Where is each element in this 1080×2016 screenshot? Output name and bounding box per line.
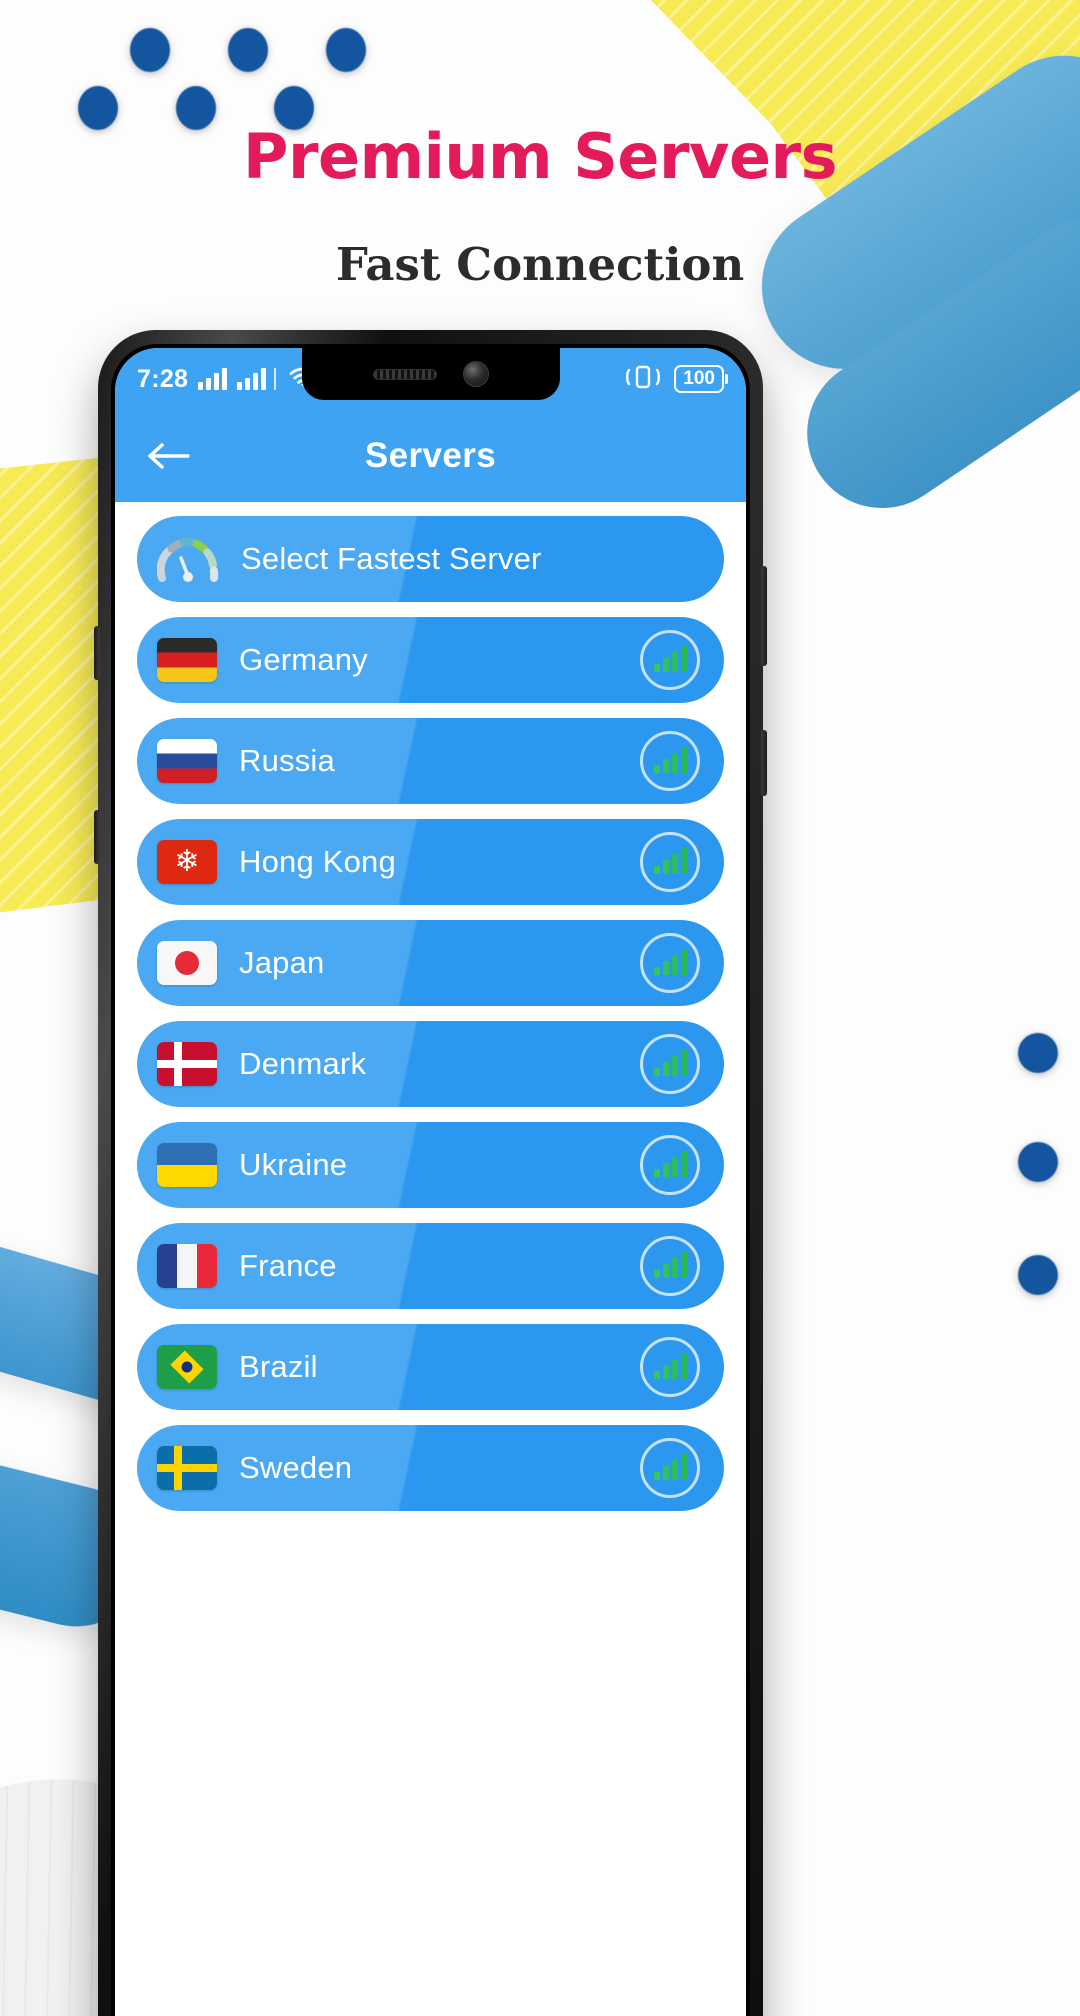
server-name: Ukraine [239, 1147, 348, 1182]
server-row-denmark[interactable]: Denmark [137, 1021, 724, 1107]
server-name: Japan [239, 945, 325, 980]
select-fastest-server-row[interactable]: Select Fastest Server [137, 516, 724, 602]
power-button [761, 730, 767, 796]
server-name: Germany [239, 642, 368, 677]
flag-hong-kong-icon: ❄ [157, 840, 217, 884]
signal-bars-icon [640, 1337, 700, 1397]
server-name: Brazil [239, 1349, 318, 1384]
signal-bars-icon [640, 1438, 700, 1498]
decorative-dot [326, 28, 366, 72]
decorative-dot [1018, 1033, 1058, 1073]
signal-bars-icon [640, 1034, 700, 1094]
select-fastest-server-label: Select Fastest Server [241, 541, 542, 576]
flag-japan-icon [157, 941, 217, 985]
flag-denmark-icon [157, 1042, 217, 1086]
server-row-hong-kong[interactable]: ❄ Hong Kong [137, 819, 724, 905]
battery-indicator: 100 [674, 365, 724, 393]
flag-sweden-icon [157, 1446, 217, 1490]
status-bar-right: 100 [624, 364, 724, 395]
decorative-dot [228, 28, 268, 72]
signal-bars-icon [640, 630, 700, 690]
server-row-japan[interactable]: Japan [137, 920, 724, 1006]
speedometer-icon [156, 536, 219, 582]
phone-bezel: 7:28 100 Servers Select Fastest Server G… [111, 344, 750, 2016]
promo-subheadline: Fast Connection [335, 238, 745, 291]
signal-bars-icon [640, 832, 700, 892]
vibrate-icon [624, 364, 662, 395]
side-button-left-1 [94, 626, 100, 680]
status-bar: 7:28 100 [115, 348, 746, 410]
signal-bars-icon [640, 731, 700, 791]
app-bar: Servers [115, 410, 746, 502]
server-row-russia[interactable]: Russia [137, 718, 724, 804]
decorative-dot [1018, 1255, 1058, 1295]
server-name: Hong Kong [239, 844, 396, 879]
server-row-sweden[interactable]: Sweden [137, 1425, 724, 1511]
signal-sim1-icon [198, 368, 228, 390]
promo-headline: Premium Servers [243, 120, 837, 193]
server-row-france[interactable]: France [137, 1223, 724, 1309]
signal-sim2-icon [237, 368, 267, 390]
flag-ukraine-icon [157, 1143, 217, 1187]
volume-button [761, 566, 767, 666]
server-name: France [239, 1248, 337, 1283]
server-row-brazil[interactable]: Brazil [137, 1324, 724, 1410]
decorative-dot [130, 28, 170, 72]
signal-bars-icon [640, 1236, 700, 1296]
flag-france-icon [157, 1244, 217, 1288]
server-list[interactable]: Select Fastest Server Germany Russia ❄ H… [115, 502, 746, 2016]
flag-russia-icon [157, 739, 217, 783]
promo-screenshot: Premium Servers Fast Connection 7:28 100… [0, 0, 1080, 2016]
page-title: Servers [364, 436, 497, 475]
server-name: Denmark [239, 1046, 367, 1081]
signal-bars-icon [640, 1135, 700, 1195]
flag-brazil-icon [157, 1345, 217, 1389]
side-button-left-2 [94, 810, 100, 864]
status-bar-clock: 7:28 [137, 364, 189, 393]
server-row-ukraine[interactable]: Ukraine [137, 1122, 724, 1208]
server-name: Sweden [239, 1450, 353, 1485]
decorative-dot [1018, 1142, 1058, 1182]
server-name: Russia [239, 743, 335, 778]
front-camera [462, 361, 489, 387]
flag-germany-icon [157, 638, 217, 682]
phone-screen: 7:28 100 Servers Select Fastest Server G… [115, 348, 746, 2016]
phone-mockup: 7:28 100 Servers Select Fastest Server G… [94, 330, 767, 2016]
server-row-germany[interactable]: Germany [137, 617, 724, 703]
status-divider [274, 368, 277, 390]
notch [301, 348, 560, 400]
signal-bars-icon [640, 933, 700, 993]
earpiece-speaker [372, 368, 437, 380]
back-arrow-icon[interactable] [145, 433, 191, 479]
